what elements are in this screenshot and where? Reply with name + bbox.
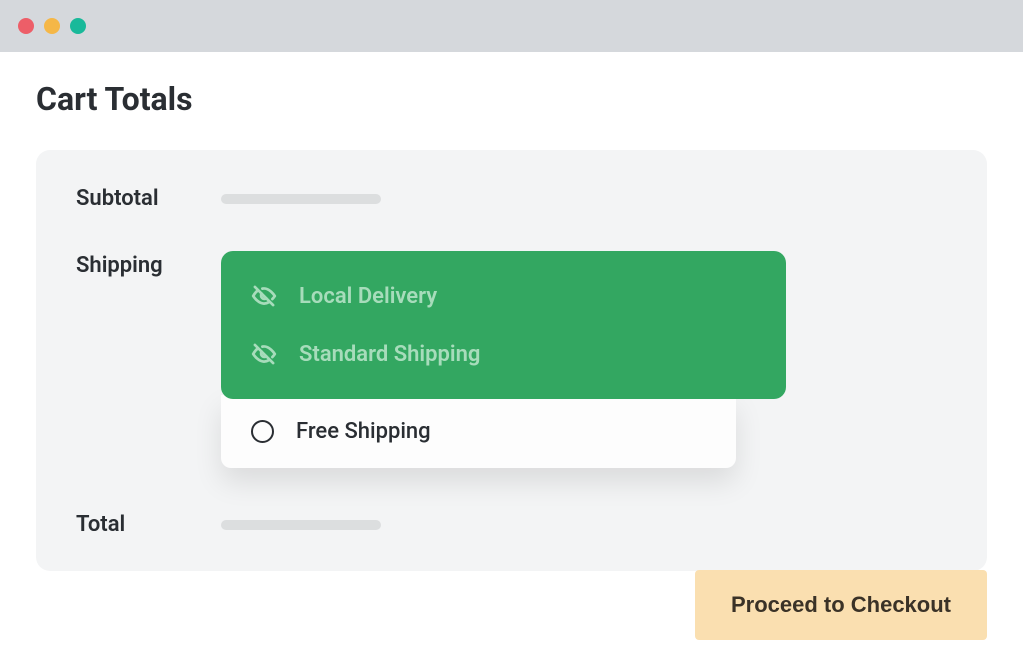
shipping-options-container: Local Delivery Standard Shipping: [221, 251, 947, 468]
shipping-option-standard-shipping[interactable]: Standard Shipping: [251, 331, 756, 377]
shipping-option-label: Free Shipping: [296, 419, 431, 444]
cart-totals-card: Subtotal Shipping Local Delivery: [36, 150, 987, 571]
shipping-option-label: Local Delivery: [299, 284, 437, 309]
window-maximize-dot[interactable]: [70, 18, 86, 34]
content-area: Cart Totals Subtotal Shipping L: [0, 52, 1023, 571]
shipping-option-free-shipping[interactable]: Free Shipping: [251, 419, 706, 444]
hidden-shipping-panel: Local Delivery Standard Shipping: [221, 251, 786, 399]
total-value-placeholder: [221, 520, 381, 530]
visible-shipping-panel: Free Shipping: [221, 395, 736, 468]
proceed-to-checkout-button[interactable]: Proceed to Checkout: [695, 570, 987, 640]
subtotal-label: Subtotal: [76, 186, 221, 211]
window-chrome: [0, 0, 1023, 52]
subtotal-row: Subtotal: [76, 186, 947, 211]
total-row: Total: [76, 512, 947, 537]
window-minimize-dot[interactable]: [44, 18, 60, 34]
subtotal-value-placeholder: [221, 194, 381, 204]
total-label: Total: [76, 512, 221, 537]
eye-off-icon: [251, 283, 277, 309]
shipping-row: Shipping Local Delivery: [76, 253, 947, 468]
window-close-dot[interactable]: [18, 18, 34, 34]
shipping-option-local-delivery[interactable]: Local Delivery: [251, 273, 756, 319]
radio-icon: [251, 420, 274, 443]
shipping-option-label: Standard Shipping: [299, 342, 480, 367]
shipping-label: Shipping: [76, 253, 221, 278]
page-title: Cart Totals: [36, 80, 987, 118]
eye-off-icon: [251, 341, 277, 367]
